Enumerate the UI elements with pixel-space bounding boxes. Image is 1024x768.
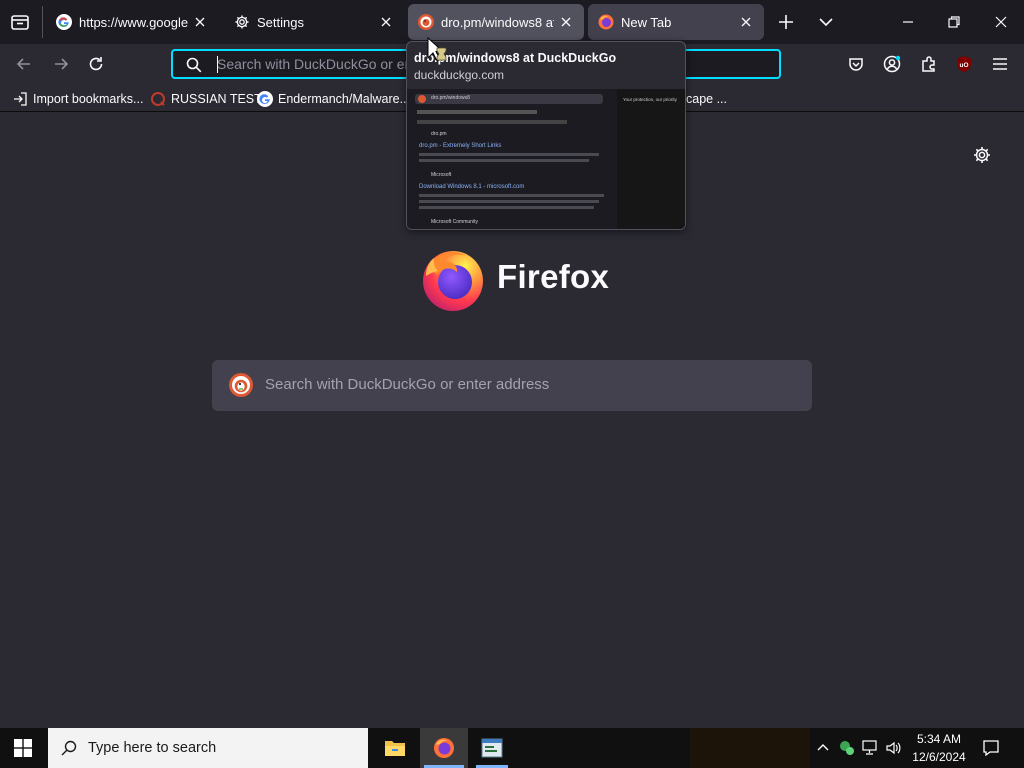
chevron-down-icon[interactable]: [816, 12, 836, 32]
firefox-view-icon: [11, 15, 29, 30]
duckduckgo-icon: [229, 373, 253, 397]
google-icon: [257, 91, 273, 107]
close-icon[interactable]: [558, 14, 574, 30]
search-icon: [186, 57, 202, 73]
reload-icon[interactable]: [86, 54, 106, 74]
firefox-icon: [598, 14, 614, 30]
window-app-icon: [481, 738, 503, 758]
firefox-wordmark: Firefox: [497, 258, 610, 295]
thumb-result-title: dro.pm - Extremely Short Links: [419, 143, 502, 149]
duckduckgo-icon: [418, 95, 426, 103]
tray-app-icon[interactable]: [838, 739, 856, 757]
tab-hover-preview: dro.pm/windows8 at DuckDuckGo duckduckgo…: [406, 41, 686, 230]
bookmark-label: Import bookmarks...: [33, 92, 144, 106]
close-icon[interactable]: [378, 14, 394, 30]
thumb-tabs-line: [417, 110, 537, 114]
thumb-text-line: [419, 206, 594, 209]
cursor-icon: [427, 36, 447, 62]
thumb-search-field: dro.pm/windows8: [415, 94, 603, 104]
url-bar-placeholder[interactable]: Search with DuckDuckGo or en: [217, 56, 412, 72]
taskbar-search-box[interactable]: Type here to search: [48, 728, 368, 768]
clock-time[interactable]: 5:34 AM: [908, 732, 970, 746]
gear-icon[interactable]: [972, 145, 992, 165]
firefox-icon: [434, 738, 454, 758]
thumb-filters-line: [417, 120, 567, 124]
thumb-side-text: Your protection, our priority: [623, 97, 677, 102]
taskbar-file-explorer[interactable]: [372, 728, 418, 768]
tab-duckduckgo[interactable]: dro.pm/windows8 at DuckDuckGo: [408, 4, 584, 40]
bookmark-label: Endermanch/Malware...: [278, 92, 411, 106]
close-icon[interactable]: [738, 14, 754, 30]
new-tab-icon[interactable]: [776, 12, 796, 32]
taskbar-search-text: Type here to search: [88, 740, 217, 756]
svg-text:uO: uO: [959, 62, 968, 69]
bookmark-import[interactable]: Import bookmarks...: [12, 90, 143, 108]
tab-settings[interactable]: Settings: [224, 4, 404, 40]
search-placeholder[interactable]: Search with DuckDuckGo or enter address: [265, 376, 549, 393]
thumb-text-line: [419, 200, 599, 203]
bookmark-cape[interactable]: cape ...: [686, 90, 727, 108]
taskbar-app[interactable]: [470, 728, 514, 768]
back-icon[interactable]: [14, 54, 34, 74]
tab-title: New Tab: [621, 14, 672, 30]
tab-divider: [42, 6, 43, 38]
account-icon[interactable]: [882, 54, 902, 74]
import-icon: [14, 92, 27, 106]
bookmark-label: cape ...: [686, 92, 727, 106]
bookmark-endermanch[interactable]: Endermanch/Malware...: [257, 90, 410, 108]
tab-strip: https://www.google.com Settings dro.pm/w…: [0, 0, 1024, 44]
preview-thumbnail: dro.pm/windows8 Your protection, our pri…: [407, 89, 685, 229]
gear-icon: [235, 15, 249, 29]
thumb-result-site: Microsoft Community: [431, 219, 478, 225]
site-icon: [151, 92, 165, 106]
preview-url: duckduckgo.com: [414, 68, 505, 82]
taskbar-firefox[interactable]: [420, 728, 468, 768]
menu-icon[interactable]: [990, 54, 1010, 74]
thumb-result-site: dro.pm: [431, 131, 447, 137]
thumb-side-pane: [617, 89, 685, 229]
folder-icon: [385, 741, 405, 756]
tab-google[interactable]: https://www.google.com: [46, 4, 218, 40]
close-window-icon[interactable]: [993, 14, 1009, 30]
firefox-logo-icon: [423, 251, 483, 311]
bookmark-label: RUSSIAN TEST: [171, 92, 262, 106]
google-icon: [56, 14, 72, 30]
thumb-result-site: Microsoft: [431, 172, 452, 178]
firefox-logo: [420, 246, 486, 312]
ublock-origin-icon[interactable]: uO: [954, 54, 974, 74]
taskbar-wallpaper-peek: [690, 728, 810, 768]
thumb-result-title: Download Windows 8.1 - microsoft.com: [419, 184, 525, 190]
bookmark-russian-test[interactable]: RUSSIAN TEST: [150, 90, 262, 108]
thumb-query: dro.pm/windows8: [431, 95, 470, 101]
windows-start-icon[interactable]: [14, 739, 32, 757]
thumb-text-line: [419, 194, 604, 197]
notifications-icon[interactable]: [982, 739, 1000, 757]
tab-new-tab[interactable]: New Tab: [588, 4, 764, 40]
close-icon[interactable]: [192, 14, 208, 30]
minimize-icon[interactable]: [900, 14, 916, 30]
clock-date[interactable]: 12/6/2024: [908, 750, 970, 764]
restore-icon[interactable]: [946, 14, 962, 30]
forward-icon[interactable]: [51, 54, 71, 74]
network-icon[interactable]: [862, 740, 880, 756]
tab-title: dro.pm/windows8 at DuckDuckGo: [441, 14, 554, 30]
chevron-up-icon[interactable]: [815, 740, 831, 756]
firefox-view-button[interactable]: [6, 8, 34, 36]
new-tab-search-box[interactable]: Search with DuckDuckGo or enter address: [212, 360, 812, 411]
volume-icon[interactable]: [885, 740, 903, 756]
duckduckgo-icon: [418, 14, 434, 30]
search-icon: [61, 740, 77, 756]
tab-title: https://www.google.com: [79, 14, 188, 30]
pocket-icon[interactable]: [846, 54, 866, 74]
tab-title: Settings: [257, 14, 304, 30]
thumb-text-line: [419, 159, 589, 162]
extensions-icon[interactable]: [919, 54, 939, 74]
text-caret: [217, 56, 218, 73]
thumb-text-line: [419, 153, 599, 156]
